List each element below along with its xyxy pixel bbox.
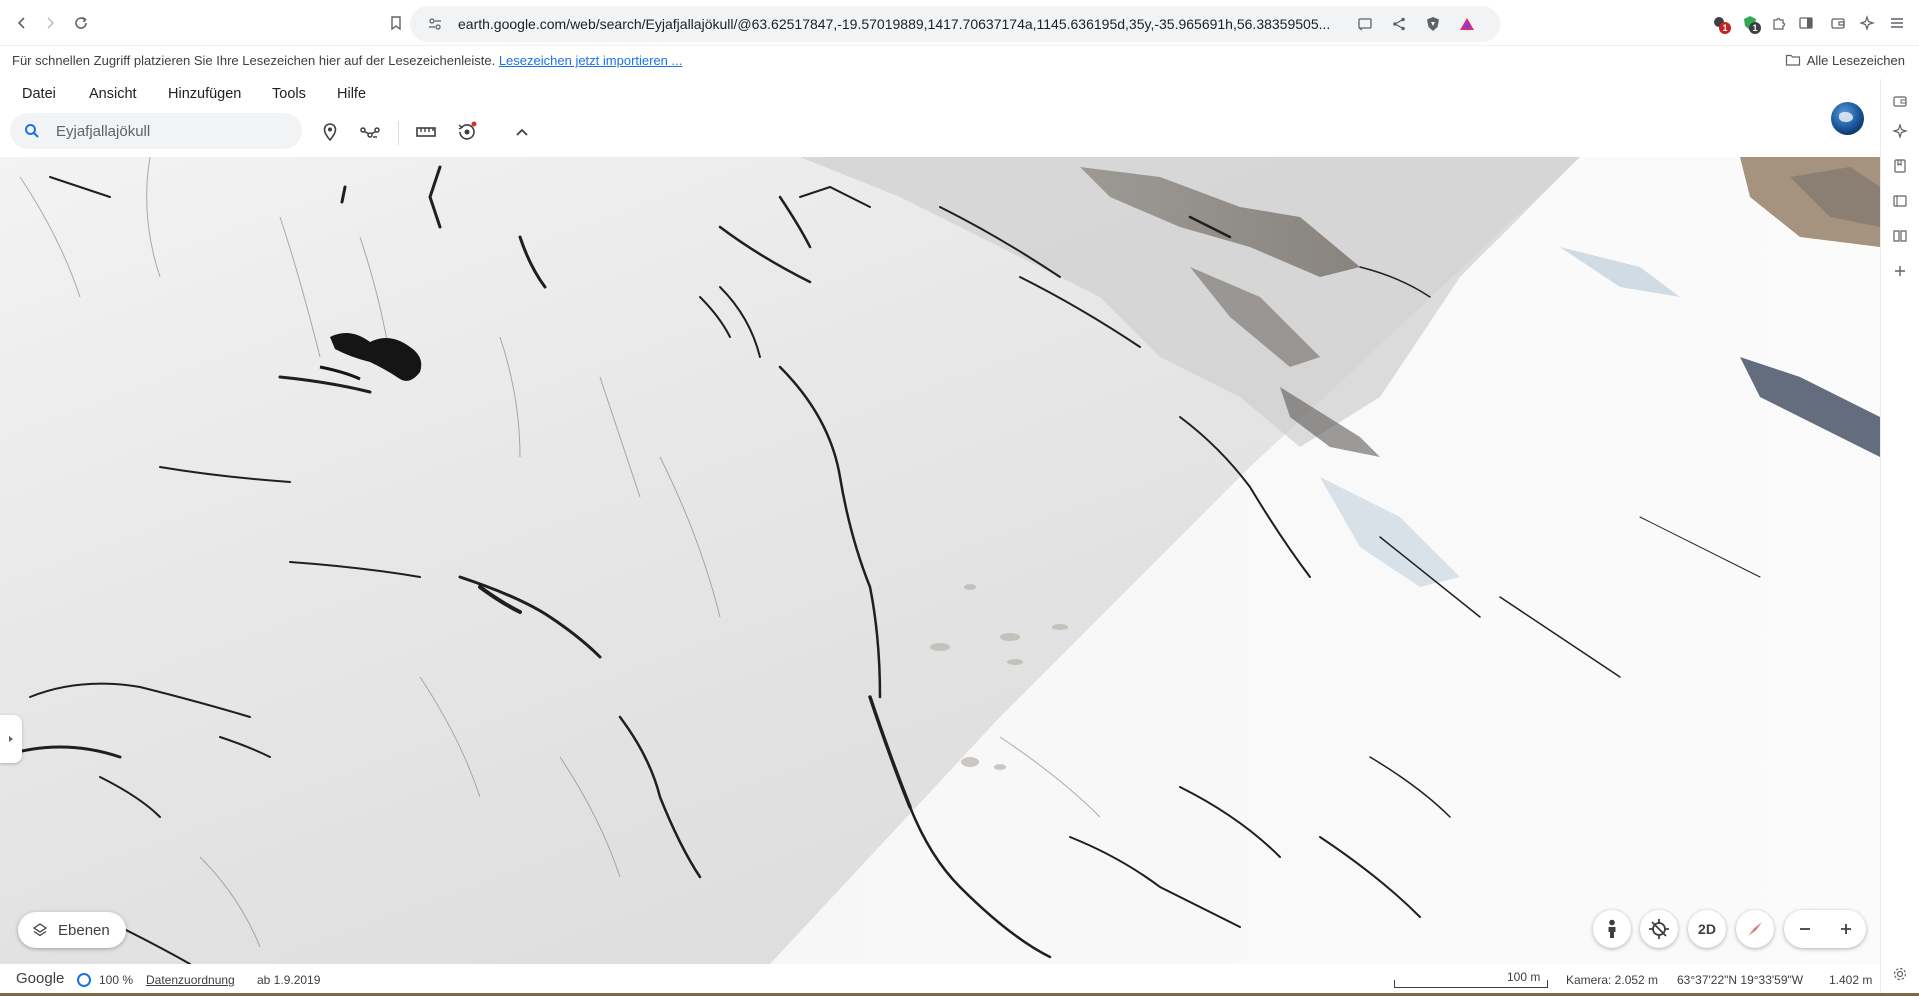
side-add-icon[interactable] xyxy=(1891,262,1909,280)
map-canvas[interactable] xyxy=(0,157,1880,964)
url-text[interactable]: earth.google.com/web/search/Eyjafjallajö… xyxy=(458,16,1358,32)
brave-rewards-icon[interactable] xyxy=(1458,15,1476,33)
location-off-icon xyxy=(1649,919,1669,939)
side-history-icon[interactable] xyxy=(1891,192,1909,210)
side-leo-icon[interactable] xyxy=(1891,122,1909,140)
bookmark-bar-hint: Für schnellen Zugriff platzieren Sie Ihr… xyxy=(12,53,682,68)
extensions-puzzle-icon[interactable] xyxy=(1770,14,1788,32)
cast-icon[interactable] xyxy=(1356,15,1374,33)
layers-label: Ebenen xyxy=(58,921,110,939)
zoom-out-button[interactable] xyxy=(1784,910,1825,948)
status-bar: Google 100 % Datenzuordnung ab 1.9.2019 … xyxy=(0,964,1880,996)
extension-wallet-icon[interactable]: 1 xyxy=(1711,14,1731,34)
menu-tools[interactable]: Tools xyxy=(272,86,306,102)
chevron-right-icon xyxy=(9,736,13,742)
toggle-2d-button[interactable]: 2D xyxy=(1688,910,1726,948)
minus-icon xyxy=(1799,928,1810,930)
menu-help[interactable]: Hilfe xyxy=(337,86,366,102)
extension-badge: 1 xyxy=(1719,22,1731,34)
bookmark-icon xyxy=(391,16,401,31)
search-box[interactable] xyxy=(10,113,302,149)
menu-file[interactable]: Datei xyxy=(22,86,56,102)
layers-button[interactable]: Ebenen xyxy=(18,912,126,948)
leo-ai-icon[interactable] xyxy=(1858,14,1876,32)
globe-land-icon xyxy=(1839,112,1853,122)
scale-bar xyxy=(1394,980,1548,988)
menu-view[interactable]: Ansicht xyxy=(89,86,137,102)
side-wallet-icon[interactable] xyxy=(1891,92,1909,110)
menu-add[interactable]: Hinzufügen xyxy=(168,86,241,102)
bookmark-hint-text: Für schnellen Zugriff platzieren Sie Ihr… xyxy=(12,53,496,68)
search-icon xyxy=(25,124,39,138)
share-icon[interactable] xyxy=(1390,15,1408,33)
chevron-up-icon xyxy=(516,128,528,136)
glacier-terrain xyxy=(0,157,1880,964)
collapse-toolbar-button[interactable] xyxy=(509,119,535,145)
google-logo: Google xyxy=(16,970,65,987)
side-bookmarks-icon[interactable] xyxy=(1891,157,1909,175)
pegman-icon xyxy=(1608,919,1616,938)
placemark-icon xyxy=(323,123,337,142)
pegman-button[interactable] xyxy=(1593,910,1631,948)
forward-button[interactable] xyxy=(40,13,60,33)
extension-shield-icon[interactable]: 1 xyxy=(1741,14,1761,34)
browser-toolbar: earth.google.com/web/search/Eyjafjallajö… xyxy=(0,0,1919,46)
add-placemark-button[interactable] xyxy=(317,119,343,145)
data-attribution-link[interactable]: Datenzuordnung xyxy=(146,973,235,987)
expand-side-panel-button[interactable] xyxy=(0,715,22,763)
all-bookmarks-label: Alle Lesezeichen xyxy=(1806,52,1905,68)
reload-icon xyxy=(75,16,87,29)
address-bar[interactable]: earth.google.com/web/search/Eyjafjallajö… xyxy=(410,6,1500,42)
extension-badge: 1 xyxy=(1749,22,1761,34)
toolbar-divider xyxy=(398,121,399,145)
account-avatar[interactable] xyxy=(1831,102,1864,135)
zoom-controls xyxy=(1784,910,1866,948)
bookmark-page-button[interactable] xyxy=(386,13,406,33)
arrow-right-icon xyxy=(47,17,55,29)
plus-icon xyxy=(1840,924,1851,934)
bookmark-bar: Für schnellen Zugriff platzieren Sie Ihr… xyxy=(0,47,1919,74)
camera-altitude: Kamera: 2.052 m xyxy=(1566,973,1659,987)
path-icon xyxy=(360,127,380,138)
wallet-icon[interactable] xyxy=(1829,14,1847,32)
compass-button[interactable] xyxy=(1736,910,1774,948)
earth-toolbar xyxy=(0,109,1880,157)
ruler-icon xyxy=(416,127,436,137)
folder-icon xyxy=(1785,54,1800,66)
location-button[interactable] xyxy=(1640,910,1678,948)
historical-imagery-button[interactable] xyxy=(454,119,480,145)
all-bookmarks-button[interactable]: Alle Lesezeichen xyxy=(1785,52,1905,68)
search-input[interactable] xyxy=(56,121,286,141)
site-settings-icon[interactable] xyxy=(426,15,444,33)
layers-icon xyxy=(32,923,48,937)
history-icon xyxy=(458,121,477,140)
arrow-left-icon xyxy=(17,17,25,29)
side-settings-icon[interactable] xyxy=(1891,965,1909,983)
imagery-date: ab 1.9.2019 xyxy=(257,973,321,987)
back-button[interactable] xyxy=(12,13,32,33)
browser-side-panel xyxy=(1880,79,1919,996)
zoom-in-button[interactable] xyxy=(1825,910,1866,948)
reload-button[interactable] xyxy=(71,13,91,33)
browser-menu-icon[interactable] xyxy=(1888,14,1906,32)
draw-path-button[interactable] xyxy=(357,119,383,145)
toggle-2d-label: 2D xyxy=(1698,921,1716,937)
measure-button[interactable] xyxy=(413,119,439,145)
sidebar-toggle-icon[interactable] xyxy=(1797,14,1815,32)
import-bookmarks-link[interactable]: Lesezeichen jetzt importieren ... xyxy=(499,53,683,68)
load-percent: 100 % xyxy=(99,973,134,987)
app-menu-bar: Datei Ansicht Hinzufügen Tools Hilfe xyxy=(0,79,1880,109)
brave-shield-icon[interactable] xyxy=(1424,15,1442,33)
cursor-coordinates: 63°37'22"N 19°33'59"W xyxy=(1677,973,1804,987)
cursor-elevation: 1.402 m xyxy=(1829,973,1873,987)
side-reading-list-icon[interactable] xyxy=(1891,227,1909,245)
compass-icon xyxy=(1748,922,1762,936)
loading-ring-icon xyxy=(77,973,91,987)
